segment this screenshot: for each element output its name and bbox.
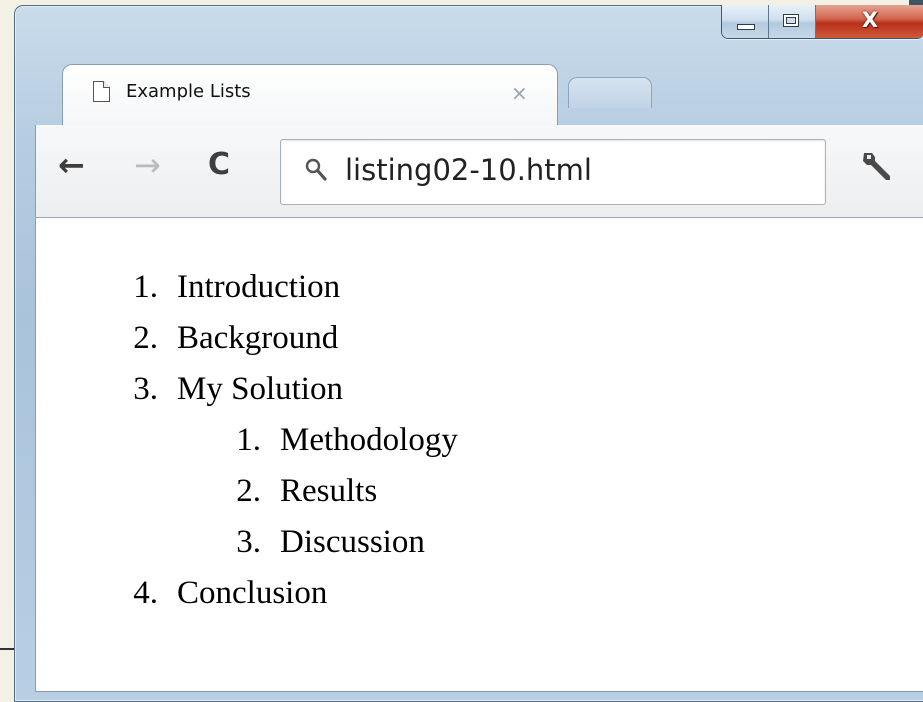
close-icon: X bbox=[861, 8, 879, 32]
nested-list-item: 3. Discussion bbox=[104, 517, 458, 568]
nested-list-item-text: Discussion bbox=[280, 524, 425, 560]
nested-list-item: 2. Results bbox=[104, 466, 458, 517]
tab-example-lists[interactable]: Example Lists × bbox=[62, 64, 558, 127]
minimize-button[interactable] bbox=[722, 5, 769, 38]
list-item-text: Introduction bbox=[177, 269, 341, 305]
address-bar[interactable]: listing02-10.html bbox=[280, 139, 826, 205]
new-tab-button[interactable] bbox=[568, 77, 652, 108]
list-item-text: My Solution bbox=[177, 371, 343, 407]
back-button[interactable]: ← bbox=[58, 145, 85, 185]
nested-list-item: 1. Methodology bbox=[104, 415, 458, 466]
nested-list-item-number: 2. bbox=[236, 473, 261, 509]
close-window-button[interactable]: X bbox=[816, 5, 923, 38]
nested-list-item-number: 1. bbox=[236, 422, 261, 458]
ordered-list: 1. Introduction 2. Background 3. My Solu… bbox=[104, 262, 458, 619]
list-item: 3. My Solution bbox=[104, 364, 458, 415]
nested-list-item-text: Results bbox=[280, 473, 378, 509]
browser-toolbar: ← → C listing02-10.html bbox=[35, 125, 923, 218]
nested-list-item-text: Methodology bbox=[280, 422, 458, 458]
list-item-text: Conclusion bbox=[177, 575, 328, 611]
forward-button[interactable]: → bbox=[134, 145, 161, 185]
list-item-number: 3. bbox=[133, 371, 158, 407]
nested-list-item-number: 3. bbox=[236, 524, 261, 560]
list-item: 1. Introduction bbox=[104, 262, 458, 313]
wrench-icon[interactable] bbox=[856, 147, 896, 187]
list-item-number: 4. bbox=[133, 575, 158, 611]
maximize-icon bbox=[783, 14, 799, 27]
page-content: 1. Introduction 2. Background 3. My Solu… bbox=[35, 218, 923, 692]
url-text[interactable]: listing02-10.html bbox=[345, 153, 592, 187]
window-caption-buttons: X bbox=[721, 5, 923, 39]
list-item-number: 2. bbox=[133, 320, 158, 356]
tab-title: Example Lists bbox=[126, 81, 251, 102]
browser-window: X Example Lists × ← → C listing02-10.htm… bbox=[14, 5, 923, 702]
minimize-icon bbox=[737, 24, 755, 30]
list-item: 2. Background bbox=[104, 313, 458, 364]
maximize-button[interactable] bbox=[769, 5, 816, 38]
reload-button[interactable]: C bbox=[208, 145, 230, 185]
list-item: 4. Conclusion bbox=[104, 568, 458, 619]
tab-close-icon[interactable]: × bbox=[511, 81, 528, 105]
search-icon bbox=[305, 158, 327, 181]
list-item-text: Background bbox=[177, 320, 339, 356]
list-item-number: 1. bbox=[133, 269, 158, 305]
page-icon bbox=[93, 81, 110, 102]
